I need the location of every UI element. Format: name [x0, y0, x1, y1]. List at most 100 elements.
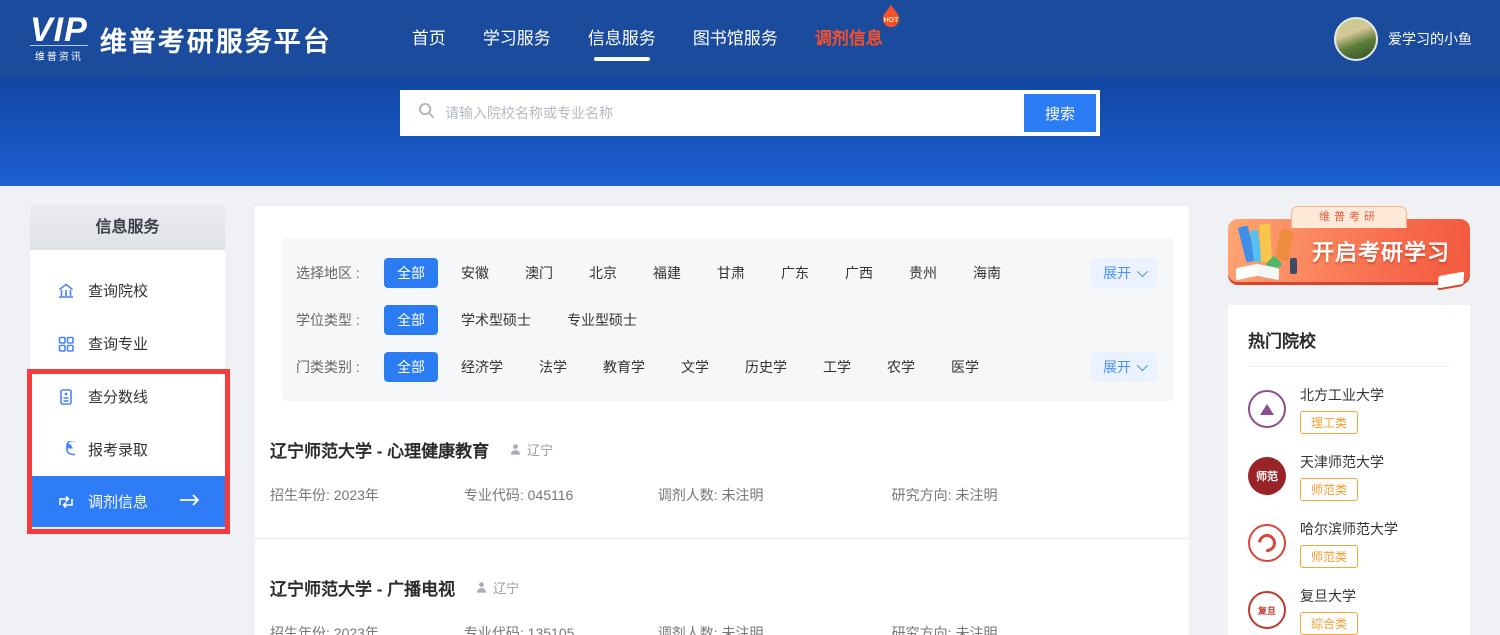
- user-account[interactable]: 爱学习的小鱼: [1334, 17, 1472, 61]
- sidebar-item-label: 报考录取: [88, 439, 148, 460]
- filter-chip[interactable]: 法学: [526, 352, 580, 382]
- university-category-tag: 师范类: [1300, 478, 1358, 501]
- filter-chip[interactable]: 北京: [576, 258, 630, 288]
- sidebar-item-query-school[interactable]: 查询院校: [30, 264, 225, 317]
- sidebar-item-admission[interactable]: 报考录取: [30, 423, 225, 476]
- small-book-icon: [1438, 272, 1464, 289]
- filter-chip[interactable]: 教育学: [590, 352, 658, 382]
- university-row[interactable]: 哈尔滨师范大学 师范类: [1248, 518, 1450, 568]
- filter-chip[interactable]: 澳门: [512, 258, 566, 288]
- university-name: 哈尔滨师范大学: [1300, 519, 1398, 539]
- result-location: 辽宁: [509, 440, 553, 459]
- grid-icon: [57, 335, 75, 353]
- filter-panel: 选择地区 : 全部 安徽 澳门 北京 福建 甘肃 广东 广西 贵州 海南 展开: [282, 238, 1173, 401]
- filter-chip[interactable]: 全部: [384, 258, 438, 288]
- person-pin-icon: [509, 443, 522, 456]
- nav-item-home[interactable]: 首页: [410, 18, 448, 61]
- result-title[interactable]: 辽宁师范大学 - 广播电视: [270, 575, 455, 600]
- sidebar-list: 查询院校 查询专业 查分数线: [30, 250, 225, 527]
- site-logo[interactable]: VIP 维普资讯 维普考研服务平台: [30, 15, 332, 63]
- nav-item-study[interactable]: 学习服务: [481, 18, 553, 61]
- filter-row-category: 门类类别 : 全部 经济学 法学 教育学 文学 历史学 工学 农学 医学 展开: [296, 352, 1157, 382]
- filter-chip[interactable]: 海南: [960, 258, 1014, 288]
- filter-chip[interactable]: 贵州: [896, 258, 950, 288]
- filter-chip[interactable]: 广东: [768, 258, 822, 288]
- filter-chip[interactable]: 广西: [832, 258, 886, 288]
- field-adjust-count: 调剂人数: 未注明: [658, 623, 888, 635]
- sidebar-item-query-major[interactable]: 查询专业: [30, 317, 225, 370]
- filter-chip[interactable]: 全部: [384, 352, 438, 382]
- sidebar-item-label: 查分数线: [88, 386, 148, 407]
- sidebar-item-label: 查询院校: [88, 280, 148, 301]
- filter-chip[interactable]: 甘肃: [704, 258, 758, 288]
- filter-chip[interactable]: 福建: [640, 258, 694, 288]
- result-item: 辽宁师范大学 - 广播电视 辽宁 招生年份: 2023年 专业代码: 13510…: [255, 539, 1189, 635]
- main-content: 选择地区 : 全部 安徽 澳门 北京 福建 甘肃 广东 广西 贵州 海南 展开: [255, 206, 1189, 635]
- top-navbar: VIP 维普资讯 维普考研服务平台 首页 学习服务 信息服务 图书馆服务 调剂信…: [0, 0, 1500, 78]
- search-icon: [418, 102, 435, 124]
- study-banner[interactable]: 维普考研 开启考研学习: [1228, 206, 1470, 282]
- nav-item-adjustment[interactable]: 调剂信息 HOT: [813, 18, 885, 61]
- transfer-icon: [57, 493, 75, 511]
- filter-chip[interactable]: 学术型硕士: [448, 305, 544, 335]
- filter-chip[interactable]: 工学: [810, 352, 864, 382]
- scorecard-icon: [57, 388, 75, 406]
- field-year: 招生年份: 2023年: [270, 485, 460, 505]
- filter-chip[interactable]: 文学: [668, 352, 722, 382]
- nav-adjustment-label: 调剂信息: [815, 29, 883, 48]
- user-name: 爱学习的小鱼: [1388, 29, 1472, 49]
- sidebar-item-query-scoreline[interactable]: 查分数线: [30, 370, 225, 423]
- result-location: 辽宁: [475, 578, 519, 597]
- search-field: [404, 94, 1024, 132]
- page: VIP 维普资讯 维普考研服务平台 首页 学习服务 信息服务 图书馆服务 调剂信…: [0, 0, 1500, 635]
- filter-chip[interactable]: 医学: [938, 352, 992, 382]
- banner-tab: 维普考研: [1291, 206, 1407, 228]
- result-fields: 招生年份: 2023年 专业代码: 135105 调剂人数: 未注明 研究方向:…: [270, 623, 1185, 635]
- flame-icon: HOT: [877, 2, 905, 30]
- main-nav: 首页 学习服务 信息服务 图书馆服务 调剂信息 HOT: [410, 18, 885, 61]
- field-research-direction: 研究方向: 未注明: [892, 485, 998, 505]
- sidebar-item-label: 查询专业: [88, 333, 148, 354]
- expand-button[interactable]: 展开: [1091, 352, 1157, 382]
- university-category-tag: 理工类: [1300, 411, 1358, 434]
- filter-chip[interactable]: 历史学: [732, 352, 800, 382]
- result-title[interactable]: 辽宁师范大学 - 心理健康教育: [270, 437, 489, 462]
- expand-label: 展开: [1103, 357, 1131, 377]
- search-input[interactable]: [445, 105, 1024, 121]
- svg-text:HOT: HOT: [883, 16, 899, 23]
- vip-logo-icon: VIP 维普资讯: [30, 15, 88, 63]
- result-item: 辽宁师范大学 - 心理健康教育 辽宁 招生年份: 2023年 专业代码: 045…: [255, 401, 1189, 539]
- result-fields: 招生年份: 2023年 专业代码: 045116 调剂人数: 未注明 研究方向:…: [270, 485, 1185, 505]
- filter-chip[interactable]: 安徽: [448, 258, 502, 288]
- search-button[interactable]: 搜索: [1024, 94, 1096, 132]
- filter-chip[interactable]: 专业型硕士: [554, 305, 650, 335]
- banner-title: 开启考研学习: [1312, 235, 1450, 267]
- field-major-code: 专业代码: 135105: [464, 623, 654, 635]
- expand-button[interactable]: 展开: [1091, 258, 1157, 288]
- pie-chart-icon: [57, 441, 75, 459]
- filter-chip[interactable]: 全部: [384, 305, 438, 335]
- nav-item-info[interactable]: 信息服务: [586, 18, 658, 61]
- nav-item-library[interactable]: 图书馆服务: [691, 18, 780, 61]
- university-row[interactable]: 复旦 复旦大学 综合类: [1248, 585, 1450, 635]
- user-avatar: [1334, 17, 1378, 61]
- hot-universities-title: 热门院校: [1248, 305, 1450, 367]
- university-category-tag: 师范类: [1300, 545, 1358, 568]
- search-band: 搜索: [0, 78, 1500, 186]
- arrow-right-icon: [179, 493, 201, 511]
- university-category-tag: 综合类: [1300, 612, 1358, 635]
- result-list: 辽宁师范大学 - 心理健康教育 辽宁 招生年份: 2023年 专业代码: 045…: [255, 401, 1189, 635]
- banner-body: 开启考研学习: [1228, 219, 1470, 282]
- university-row[interactable]: 北方工业大学 理工类: [1248, 384, 1450, 434]
- university-row[interactable]: 师范 天津师范大学 师范类: [1248, 451, 1450, 501]
- filter-chip[interactable]: 农学: [874, 352, 928, 382]
- filter-label: 选择地区 :: [296, 263, 384, 283]
- field-adjust-count: 调剂人数: 未注明: [658, 485, 888, 505]
- sidebar-item-adjustment-info[interactable]: 调剂信息: [30, 476, 225, 527]
- filter-row-degree: 学位类型 : 全部 学术型硕士 专业型硕士: [296, 305, 1157, 335]
- sidebar-item-label: 调剂信息: [88, 491, 148, 512]
- filter-label: 学位类型 :: [296, 310, 384, 330]
- university-logo: [1248, 390, 1286, 428]
- search-bar: 搜索: [400, 90, 1100, 136]
- filter-chip[interactable]: 经济学: [448, 352, 516, 382]
